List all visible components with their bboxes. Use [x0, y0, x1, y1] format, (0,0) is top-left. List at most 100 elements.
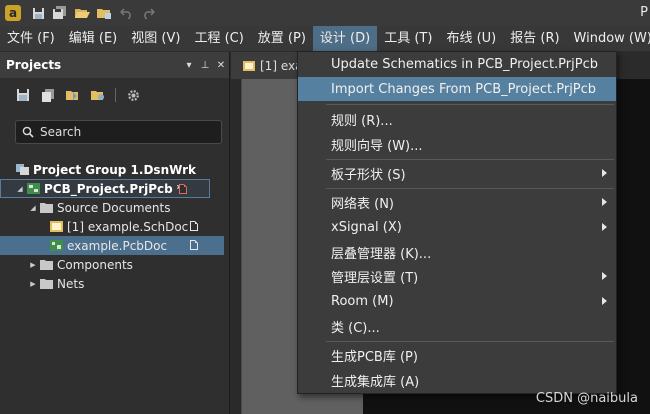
folder-icon	[40, 203, 53, 213]
search-icon	[22, 126, 34, 138]
menu-project[interactable]: 工程 (C)	[187, 26, 250, 51]
pin-icon[interactable]: ⊥	[197, 60, 213, 71]
close-icon[interactable]: ✕	[213, 60, 229, 71]
menu-separator	[326, 104, 614, 105]
submenu-arrow-icon	[602, 169, 607, 177]
collapse-arrow-icon[interactable]: ▶	[28, 280, 38, 288]
menu-item-layer-stack-manager[interactable]: 层叠管理器 (K)...	[298, 240, 616, 264]
window-title: P	[640, 5, 648, 20]
tree-item-label: example.PcbDoc	[67, 238, 168, 253]
menu-file[interactable]: 文件 (F)	[0, 26, 62, 51]
folder-icon	[40, 260, 53, 270]
tree-item-label: Nets	[57, 276, 85, 291]
tree-item-label: Project Group 1.DsnWrk	[33, 162, 197, 177]
save-icon[interactable]	[27, 2, 49, 24]
watermark: CSDN @naibula	[535, 391, 638, 406]
schematic-document-icon	[243, 60, 255, 71]
project-tree: Project Group 1.DsnWrk ◢ PCB_Project.Prj…	[0, 160, 228, 293]
menu-separator	[326, 159, 614, 160]
menu-reports[interactable]: 报告 (R)	[503, 26, 566, 51]
search-input[interactable]: Search	[15, 120, 222, 144]
menu-item-rules[interactable]: 规则 (R)...	[298, 107, 616, 131]
workspace-icon	[16, 164, 29, 175]
menu-bar: 文件 (F) 编辑 (E) 视图 (V) 工程 (C) 放置 (P) 设计 (D…	[0, 26, 650, 51]
panel-title: Projects	[6, 58, 62, 72]
menu-item-manage-layer-sets[interactable]: 管理层设置 (T)	[298, 264, 616, 288]
tree-item-components[interactable]: ▶ Components	[0, 255, 228, 274]
menu-tools[interactable]: 工具 (T)	[377, 26, 439, 51]
menu-item-make-pcb-library[interactable]: 生成PCB库 (P)	[298, 343, 616, 367]
menu-item-label: xSignal (X)	[331, 219, 402, 235]
menu-item-label: 生成集成库 (A)	[331, 374, 420, 390]
tree-item-project[interactable]: ◢ PCB_Project.PrjPcb *	[0, 179, 210, 198]
menu-item-label: 板子形状 (S)	[331, 167, 406, 183]
save-all-icon[interactable]	[49, 2, 71, 24]
tree-item-schdoc[interactable]: [1] example.SchDoc	[0, 217, 228, 236]
menu-item-label: Import Changes From PCB_Project.PrjPcb	[331, 81, 597, 97]
menu-item-label: 生成PCB库 (P)	[331, 349, 418, 365]
menu-item-label: 管理层设置 (T)	[331, 270, 419, 286]
gear-icon[interactable]	[122, 84, 144, 106]
submenu-arrow-icon	[602, 223, 607, 231]
panel-toolbar	[0, 78, 229, 112]
menu-item-label: Room (M)	[331, 293, 394, 309]
menu-design[interactable]: 设计 (D)	[312, 26, 378, 51]
menu-item-label: 规则向导 (W)...	[331, 138, 423, 154]
app-logo-icon: a	[5, 5, 21, 21]
pcb-project-icon	[27, 183, 40, 194]
expand-arrow-icon[interactable]: ◢	[15, 185, 25, 193]
menu-separator	[326, 341, 614, 342]
submenu-arrow-icon	[602, 198, 607, 206]
menu-item-label: Update Schematics in PCB_Project.PrjPcb	[331, 56, 598, 72]
tree-item-label: Components	[57, 257, 133, 272]
menu-item-label: 层叠管理器 (K)...	[331, 246, 432, 262]
menu-item-label: 网络表 (N)	[331, 196, 395, 212]
menu-item-classes[interactable]: 类 (C)...	[298, 314, 616, 338]
document-status-icon	[190, 240, 198, 250]
menu-item-room[interactable]: Room (M)	[298, 289, 616, 313]
menu-item-xsignal[interactable]: xSignal (X)	[298, 215, 616, 239]
menu-route[interactable]: 布线 (U)	[439, 26, 503, 51]
menu-item-label: 类 (C)...	[331, 320, 380, 336]
open-project-icon[interactable]	[62, 84, 84, 106]
design-menu-dropdown: Update Schematics in PCB_Project.PrjPcb …	[297, 51, 617, 394]
tree-item-pcbdoc[interactable]: example.PcbDoc	[0, 236, 224, 255]
menu-window[interactable]: Window (W)	[567, 26, 650, 51]
modified-document-icon	[179, 184, 187, 194]
panel-menu-icon[interactable]: ▾	[181, 60, 197, 71]
tree-item-label: [1] example.SchDoc	[67, 219, 189, 234]
menu-item-netlist[interactable]: 网络表 (N)	[298, 190, 616, 214]
menu-item-board-shape[interactable]: 板子形状 (S)	[298, 161, 616, 185]
schematic-document-icon	[50, 221, 63, 232]
projects-panel: Projects ▾ ⊥ ✕ Search Project Group 1.Ds…	[0, 52, 230, 414]
tree-item-project-group[interactable]: Project Group 1.DsnWrk	[0, 160, 228, 179]
document-status-icon	[190, 221, 198, 231]
undo-icon[interactable]	[115, 2, 137, 24]
open-folder-icon[interactable]	[71, 2, 93, 24]
tree-item-source-documents[interactable]: ◢ Source Documents	[0, 198, 228, 217]
submenu-arrow-icon	[602, 297, 607, 305]
menu-item-update-schematics[interactable]: Update Schematics in PCB_Project.PrjPcb	[298, 52, 616, 76]
tree-item-label: Source Documents	[57, 200, 171, 215]
menu-item-rules-wizard[interactable]: 规则向导 (W)...	[298, 132, 616, 156]
projects-panel-header: Projects ▾ ⊥ ✕	[0, 52, 229, 78]
menu-item-make-integrated-library[interactable]: 生成集成库 (A)	[298, 368, 616, 392]
menu-item-import-changes[interactable]: Import Changes From PCB_Project.PrjPcb	[298, 77, 616, 101]
expand-arrow-icon[interactable]: ◢	[28, 204, 38, 212]
folder-icon	[40, 279, 53, 289]
menu-place[interactable]: 放置 (P)	[251, 26, 313, 51]
save-icon[interactable]	[12, 84, 34, 106]
tree-item-nets[interactable]: ▶ Nets	[0, 274, 228, 293]
project-options-icon[interactable]	[87, 84, 109, 106]
folder-icon[interactable]	[93, 2, 115, 24]
menu-separator	[326, 188, 614, 189]
submenu-arrow-icon	[602, 272, 607, 280]
menu-view[interactable]: 视图 (V)	[124, 26, 187, 51]
search-placeholder: Search	[40, 125, 82, 139]
menu-edit[interactable]: 编辑 (E)	[62, 26, 125, 51]
redo-icon[interactable]	[137, 2, 159, 24]
copy-document-icon[interactable]	[37, 84, 59, 106]
menu-item-label: 规则 (R)...	[331, 113, 393, 129]
collapse-arrow-icon[interactable]: ▶	[28, 261, 38, 269]
pcb-document-icon	[50, 240, 63, 251]
